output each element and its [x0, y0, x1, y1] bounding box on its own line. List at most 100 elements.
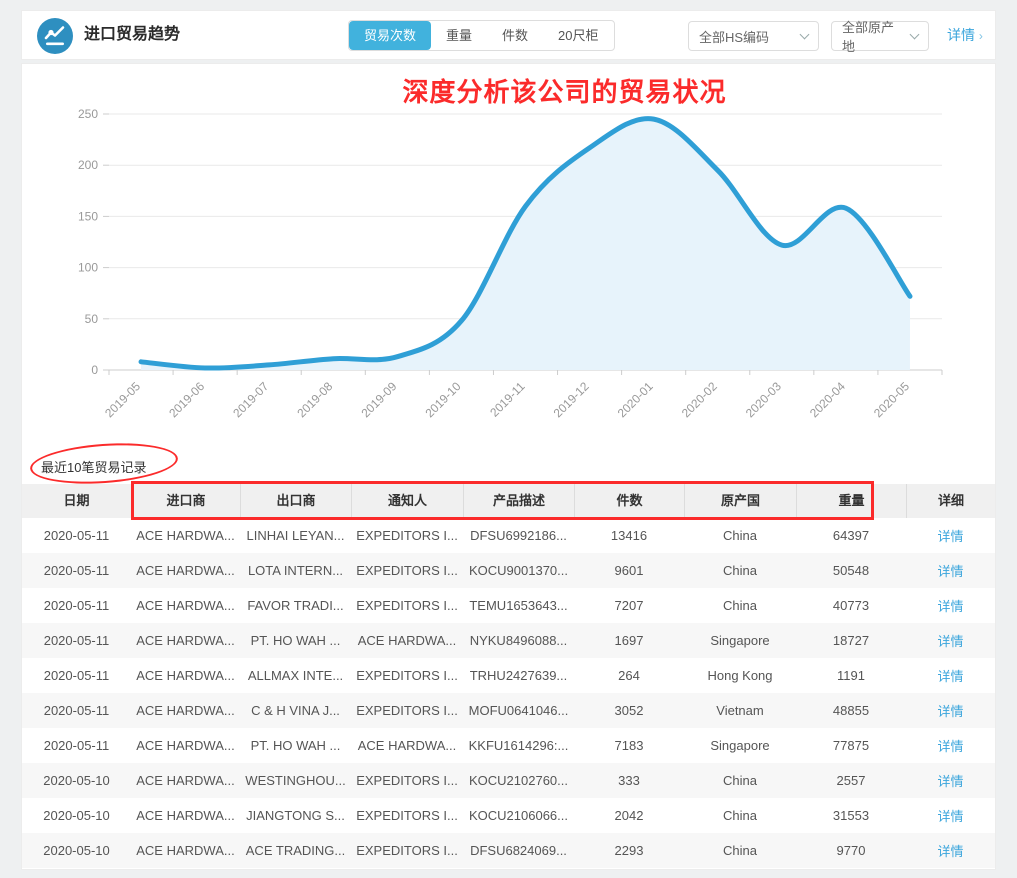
- col-exporter: C & H VINA J...: [240, 703, 351, 718]
- col-exporter: FAVOR TRADI...: [240, 598, 351, 613]
- col-exporter: LOTA INTERN...: [240, 563, 351, 578]
- col-detail: 详情: [906, 701, 995, 720]
- col-detail: 详情: [906, 806, 995, 825]
- col-importer: ACE HARDWA...: [131, 563, 240, 578]
- col-importer: ACE HARDWA...: [131, 843, 240, 858]
- col-exporter: LINHAI LEYAN...: [240, 528, 351, 543]
- x-axis-label: 2020-01: [615, 379, 656, 420]
- trend-line-icon: [37, 18, 73, 54]
- col-exporter: WESTINGHOU...: [240, 773, 351, 788]
- x-axis-label: 2020-02: [679, 379, 720, 420]
- col-notify-party: EXPEDITORS I...: [351, 808, 463, 823]
- row-detail-link[interactable]: 详情: [937, 564, 963, 579]
- table-row: 2020-05-11ACE HARDWA...PT. HO WAH ...ACE…: [22, 623, 995, 658]
- table-row: 2020-05-10ACE HARDWA...WESTINGHOU...EXPE…: [22, 763, 995, 798]
- col-quantity: 1697: [574, 633, 684, 648]
- table-header-col-origin-country: 原产国: [684, 484, 796, 518]
- y-axis-label: 150: [78, 209, 98, 223]
- col-quantity: 3052: [574, 703, 684, 718]
- col-quantity: 333: [574, 773, 684, 788]
- col-importer: ACE HARDWA...: [131, 528, 240, 543]
- tab-quantity[interactable]: 件数: [487, 21, 543, 50]
- x-axis-label: 2019-07: [230, 379, 271, 420]
- table-header-row: 日期进口商出口商通知人产品描述件数原产国重量详细: [22, 484, 995, 518]
- y-axis-label: 0: [91, 363, 98, 377]
- row-detail-link[interactable]: 详情: [937, 704, 963, 719]
- row-detail-link[interactable]: 详情: [937, 739, 963, 754]
- table-header-col-importer: 进口商: [131, 484, 240, 518]
- col-date: 2020-05-10: [22, 843, 131, 858]
- col-quantity: 7183: [574, 738, 684, 753]
- page-title: 进口贸易趋势: [84, 11, 180, 59]
- table-row: 2020-05-11ACE HARDWA...LINHAI LEYAN...EX…: [22, 518, 995, 553]
- col-product-desc: DFSU6824069...: [463, 843, 574, 858]
- row-detail-link[interactable]: 详情: [937, 599, 963, 614]
- col-date: 2020-05-11: [22, 598, 131, 613]
- chevron-right-icon: ›: [979, 29, 983, 43]
- tab-20ft-container[interactable]: 20尺柜: [543, 21, 613, 50]
- col-importer: ACE HARDWA...: [131, 773, 240, 788]
- table-header-col-weight: 重量: [796, 484, 906, 518]
- col-weight: 1191: [796, 668, 906, 683]
- x-axis-label: 2019-09: [358, 379, 399, 420]
- col-exporter: JIANGTONG S...: [240, 808, 351, 823]
- y-axis-label: 200: [78, 158, 98, 172]
- col-product-desc: KKFU1614296:...: [463, 738, 574, 753]
- tab-trade-count[interactable]: 贸易次数: [349, 21, 431, 50]
- table-body: 2020-05-11ACE HARDWA...LINHAI LEYAN...EX…: [22, 518, 995, 868]
- col-quantity: 9601: [574, 563, 684, 578]
- col-importer: ACE HARDWA...: [131, 668, 240, 683]
- col-importer: ACE HARDWA...: [131, 703, 240, 718]
- col-notify-party: ACE HARDWA...: [351, 738, 463, 753]
- hs-code-select[interactable]: 全部HS编码: [688, 21, 819, 51]
- col-weight: 48855: [796, 703, 906, 718]
- table-header-col-date: 日期: [22, 484, 131, 518]
- col-notify-party: EXPEDITORS I...: [351, 563, 463, 578]
- col-product-desc: TRHU2427639...: [463, 668, 574, 683]
- row-detail-link[interactable]: 详情: [937, 774, 963, 789]
- col-exporter: ACE TRADING...: [240, 843, 351, 858]
- row-detail-link[interactable]: 详情: [937, 669, 963, 684]
- trade-records-table: 日期进口商出口商通知人产品描述件数原产国重量详细 2020-05-11ACE H…: [22, 484, 995, 868]
- header-bar: 进口贸易趋势 贸易次数 重量 件数 20尺柜 全部HS编码 全部原产地 详情 ›: [21, 10, 996, 60]
- col-detail: 详情: [906, 631, 995, 650]
- col-detail: 详情: [906, 736, 995, 755]
- tab-weight[interactable]: 重量: [431, 21, 487, 50]
- col-quantity: 13416: [574, 528, 684, 543]
- col-quantity: 264: [574, 668, 684, 683]
- y-axis-label: 50: [85, 312, 99, 326]
- trend-area-chart: 0501001502002502019-052019-062019-072019…: [22, 64, 997, 484]
- col-product-desc: TEMU1653643...: [463, 598, 574, 613]
- col-origin-country: China: [684, 773, 796, 788]
- recent-records-label: 最近10笔贸易记录: [41, 457, 146, 476]
- col-origin-country: China: [684, 528, 796, 543]
- y-axis-label: 100: [78, 261, 98, 275]
- col-product-desc: KOCU2106066...: [463, 808, 574, 823]
- header-detail-link[interactable]: 详情 ›: [947, 11, 983, 59]
- col-product-desc: MOFU0641046...: [463, 703, 574, 718]
- col-origin-country: Singapore: [684, 738, 796, 753]
- row-detail-link[interactable]: 详情: [937, 634, 963, 649]
- table-header-col-detail: 详细: [906, 484, 995, 518]
- col-notify-party: ACE HARDWA...: [351, 633, 463, 648]
- x-axis-label: 2019-10: [422, 379, 463, 420]
- col-detail: 详情: [906, 841, 995, 860]
- origin-select[interactable]: 全部原产地: [831, 21, 929, 51]
- col-quantity: 7207: [574, 598, 684, 613]
- row-detail-link[interactable]: 详情: [937, 529, 963, 544]
- origin-select-value: 全部原产地: [842, 17, 903, 55]
- x-axis-label: 2019-06: [166, 379, 207, 420]
- row-detail-link[interactable]: 详情: [937, 844, 963, 859]
- col-quantity: 2293: [574, 843, 684, 858]
- col-detail: 详情: [906, 526, 995, 545]
- chevron-down-icon: [800, 29, 810, 39]
- col-date: 2020-05-11: [22, 703, 131, 718]
- col-product-desc: KOCU9001370...: [463, 563, 574, 578]
- col-weight: 77875: [796, 738, 906, 753]
- table-row: 2020-05-11ACE HARDWA...FAVOR TRADI...EXP…: [22, 588, 995, 623]
- col-origin-country: China: [684, 808, 796, 823]
- row-detail-link[interactable]: 详情: [937, 809, 963, 824]
- col-weight: 50548: [796, 563, 906, 578]
- col-importer: ACE HARDWA...: [131, 598, 240, 613]
- x-axis-label: 2019-05: [102, 379, 143, 420]
